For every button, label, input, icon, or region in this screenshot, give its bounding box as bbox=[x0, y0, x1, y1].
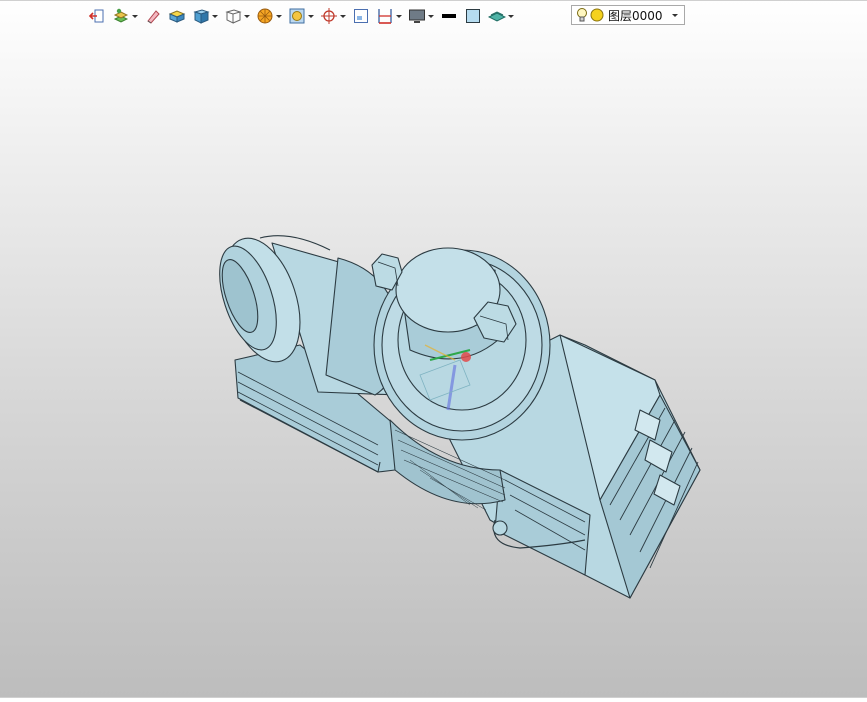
hex-nut-left bbox=[371, 253, 403, 291]
bottom-border bbox=[0, 697, 867, 702]
3d-model-gearmotor[interactable] bbox=[0, 0, 867, 697]
top-cylinder bbox=[395, 247, 501, 360]
